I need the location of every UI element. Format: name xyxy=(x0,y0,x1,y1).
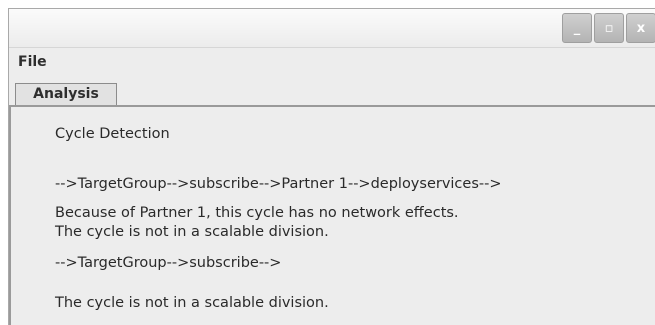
minimize-icon: _ xyxy=(573,20,581,36)
title-bar[interactable]: _ ▫ x xyxy=(9,9,655,48)
menu-file[interactable]: File xyxy=(18,54,47,70)
window-controls: _ ▫ x xyxy=(560,13,655,43)
cycle-note-1: Because of Partner 1, this cycle has no … xyxy=(55,205,459,221)
maximize-button[interactable]: ▫ xyxy=(594,13,624,43)
maximize-icon: ▫ xyxy=(604,20,614,36)
cycle-path-2: -->TargetGroup-->subscribe--> xyxy=(55,255,282,271)
close-icon: x xyxy=(636,20,646,36)
analysis-heading: Cycle Detection xyxy=(55,126,170,142)
cycle-path-1: -->TargetGroup-->subscribe-->Partner 1--… xyxy=(55,176,502,192)
close-button[interactable]: x xyxy=(626,13,655,43)
cycle-note-2: The cycle is not in a scalable division. xyxy=(55,224,329,240)
tab-analysis[interactable]: Analysis xyxy=(15,83,117,105)
application-window: _ ▫ x File Analysis Cycle Detection -->T… xyxy=(8,8,655,325)
cycle-note-3: The cycle is not in a scalable division. xyxy=(55,295,329,311)
tab-strip: Analysis xyxy=(9,79,655,107)
minimize-button[interactable]: _ xyxy=(562,13,592,43)
menu-bar: File xyxy=(9,48,655,76)
analysis-panel: Cycle Detection -->TargetGroup-->subscri… xyxy=(9,107,655,325)
